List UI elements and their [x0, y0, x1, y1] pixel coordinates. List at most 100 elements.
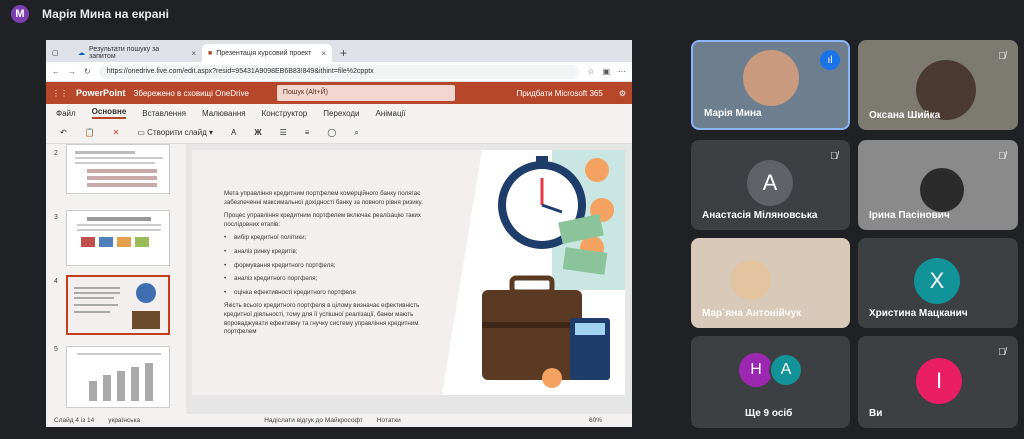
slide-step: оцінка ефективності кредитного портфеля: [224, 289, 440, 298]
slide-intro: Мета управління кредитним портфелем коме…: [224, 190, 423, 206]
current-slide[interactable]: Мета управління кредитним портфелем коме…: [192, 150, 625, 395]
slide-thumbnail-2[interactable]: [66, 144, 170, 194]
slide-counter: Слайд 4 із 14: [54, 417, 95, 424]
slide-number: 3: [54, 214, 58, 221]
close-icon[interactable]: ×: [321, 49, 326, 58]
slide-step: аналіз кредитного портфеля;: [224, 275, 440, 284]
mic-off-icon: 🎙̸: [998, 346, 1006, 358]
ribbon-tabs: Файл Основне Вставлення Малювання Констр…: [46, 104, 632, 122]
list-icon[interactable]: ☰: [276, 126, 291, 139]
back-icon[interactable]: ←: [52, 67, 60, 76]
mic-off-icon: 🎙̸: [998, 150, 1006, 162]
mic-off-icon: 🎙̸: [998, 50, 1006, 62]
font-color-icon[interactable]: A: [227, 126, 240, 139]
browser-tab-search[interactable]: ☁ Результати пошуку за запитом ×: [72, 44, 202, 62]
participant-tile[interactable]: А 🎙̸ Анастасія Міляновська: [691, 140, 850, 230]
thumbnail-content: [75, 151, 163, 187]
paste-icon[interactable]: 📋: [81, 126, 99, 139]
language[interactable]: українська: [108, 417, 140, 424]
slide-number: 5: [54, 346, 58, 353]
participant-name: Оксана Шийка: [869, 110, 941, 121]
delete-icon[interactable]: ✕: [109, 126, 124, 139]
more-icon[interactable]: ⋯: [618, 67, 626, 76]
presenter-bar: M Марія Мина на екрані: [0, 0, 1024, 28]
zoom-level[interactable]: 60%: [589, 417, 602, 424]
buy-button[interactable]: Придбати Microsoft 365: [516, 89, 602, 98]
more-participants-tile[interactable]: Н А Ще 9 осіб: [691, 336, 850, 428]
participant-tile[interactable]: ıl Марія Мина: [691, 40, 850, 130]
undo-icon[interactable]: ↶: [56, 126, 71, 139]
participant-video: [743, 50, 799, 106]
new-tab-button[interactable]: +: [332, 46, 355, 62]
status-bar: Слайд 4 із 14 українська Надіслати відгу…: [46, 414, 632, 427]
thumbnail-content: [77, 217, 161, 247]
participant-video: [920, 168, 964, 212]
participant-name: Ірина Пасінович: [869, 210, 950, 221]
bold-icon[interactable]: Ж: [250, 126, 265, 139]
tab-animations[interactable]: Анімації: [376, 109, 406, 118]
favorites-icon[interactable]: ☆: [587, 67, 594, 76]
forward-icon[interactable]: →: [68, 67, 76, 76]
tab-transitions[interactable]: Переходи: [323, 109, 359, 118]
address-bar: ← → ↻ https://onedrive.live.com/edit.asp…: [46, 62, 632, 82]
editor-workspace: 2 3 4 5 Мета управління кредитним портфе…: [46, 144, 632, 414]
collections-icon[interactable]: ▣: [602, 67, 610, 76]
app-brand: PowerPoint: [76, 88, 126, 98]
slide-process: Процес управління кредитним портфелем вк…: [224, 212, 421, 228]
powerpoint-header: ⋮⋮ PowerPoint Збережено в сховищі OneDri…: [46, 82, 632, 104]
ribbon-toolbar: ↶ 📋 ✕ ▭ Створити слайд ▾ A Ж ☰ ≡ ◯ ⌕: [46, 122, 632, 144]
search-input[interactable]: Пошук (Alt+Й): [276, 85, 455, 101]
participant-avatar: Х: [914, 258, 960, 304]
slide-thumbnail-5[interactable]: [66, 346, 170, 408]
tab-home[interactable]: Основне: [91, 107, 127, 119]
new-slide-icon: ▭: [137, 128, 145, 137]
slide-thumbnail-3[interactable]: [66, 210, 170, 266]
slide-illustration: [442, 150, 625, 395]
slide-body: Мета управління кредитним портфелем коме…: [224, 190, 440, 342]
settings-icon[interactable]: ⚙: [619, 89, 626, 98]
browser-tab-presentation[interactable]: ■ Презентація курсовий проект ×: [202, 44, 332, 62]
participant-tile-self[interactable]: І 🎙̸ Ви: [858, 336, 1018, 428]
participant-tile[interactable]: 🎙̸ Оксана Шийка: [858, 40, 1018, 130]
app-launcher-icon[interactable]: ⋮⋮: [52, 89, 68, 98]
close-icon[interactable]: ×: [191, 49, 196, 58]
feedback-link[interactable]: Надіслати відгук до Майкрософт: [264, 417, 363, 424]
participant-avatar: А: [769, 353, 803, 387]
align-icon[interactable]: ≡: [301, 126, 314, 139]
shapes-icon[interactable]: ◯: [323, 126, 340, 139]
participant-name: Христина Мацканич: [869, 308, 968, 319]
participant-tile[interactable]: Мар`яна Антонійчук: [691, 238, 850, 328]
notes-button[interactable]: Нотатки: [377, 417, 401, 424]
participant-name: Анастасія Міляновська: [702, 210, 818, 221]
slide-step: вибір кредитної політики;: [224, 234, 440, 243]
thumbnail-content: [68, 277, 168, 333]
slide-step: формування кредитного портфеля;: [224, 262, 440, 271]
more-participants-label: Ще 9 осіб: [745, 408, 793, 419]
save-status[interactable]: Збережено в сховищі OneDrive: [134, 89, 249, 98]
slide-number: 2: [54, 150, 58, 157]
find-icon[interactable]: ⌕: [350, 126, 362, 140]
participant-tile[interactable]: 🎙̸ Ірина Пасінович: [858, 140, 1018, 230]
participant-tile[interactable]: Х Христина Мацканич: [858, 238, 1018, 328]
tab-draw[interactable]: Малювання: [202, 109, 246, 118]
participant-name: Марія Мина: [704, 108, 762, 119]
presenter-avatar: M: [11, 5, 29, 23]
new-slide-button[interactable]: ▭ Створити слайд ▾: [133, 126, 217, 139]
shared-screen: ▢ ☁ Результати пошуку за запитом × ■ Пре…: [46, 40, 632, 427]
participant-avatar: А: [747, 160, 793, 206]
browser-tabs: ▢ ☁ Результати пошуку за запитом × ■ Пре…: [46, 40, 632, 62]
speaking-icon: ıl: [820, 50, 840, 70]
tab-insert[interactable]: Вставлення: [142, 109, 186, 118]
participant-avatar: Н: [739, 353, 773, 387]
reload-icon[interactable]: ↻: [84, 67, 91, 76]
participant-name: Мар`яна Антонійчук: [702, 308, 802, 319]
slide-number: 4: [54, 278, 58, 285]
url-field[interactable]: https://onedrive.live.com/edit.aspx?resi…: [98, 64, 580, 79]
tab-actions-icon[interactable]: ▢: [46, 44, 72, 62]
tab-design[interactable]: Конструктор: [262, 109, 308, 118]
onedrive-icon: ☁: [78, 50, 85, 57]
presenter-title: Марія Мина на екрані: [42, 7, 169, 21]
tab-file[interactable]: Файл: [56, 109, 76, 118]
participant-video: [731, 260, 771, 300]
slide-thumbnail-4[interactable]: [66, 275, 170, 335]
